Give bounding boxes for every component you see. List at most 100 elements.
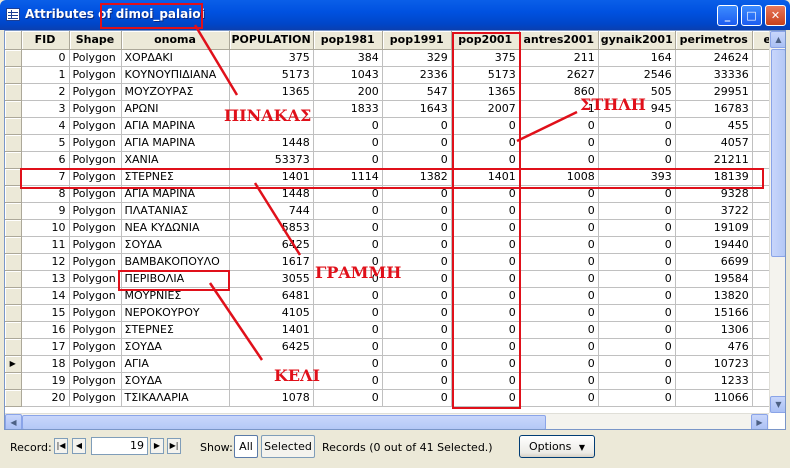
table-cell[interactable]: 29951 bbox=[675, 83, 753, 101]
table-cell[interactable]: ΑΓΙΑ bbox=[121, 355, 230, 373]
table-cell[interactable]: 0 bbox=[313, 134, 383, 152]
table-cell[interactable]: 1617 bbox=[229, 253, 314, 271]
row-selector[interactable] bbox=[5, 287, 22, 305]
table-cell[interactable]: 0 bbox=[519, 202, 599, 220]
table-cell[interactable]: ΣΟΥΔΑ bbox=[121, 236, 230, 254]
table-cell[interactable]: 0 bbox=[21, 49, 70, 67]
table-cell[interactable]: Polygon bbox=[69, 219, 122, 237]
close-button[interactable]: ✕ bbox=[765, 5, 786, 26]
table-cell[interactable]: 6481 bbox=[229, 287, 314, 305]
table-cell[interactable]: 10 bbox=[21, 219, 70, 237]
table-cell[interactable]: 6425 bbox=[229, 338, 314, 356]
row-selector[interactable] bbox=[5, 185, 22, 203]
table-cell[interactable]: 4 bbox=[21, 117, 70, 135]
table-cell[interactable]: 0 bbox=[519, 372, 599, 390]
table-row[interactable]: 20 Polygon ΤΣΙΚΑΛΑΡΙΑ 1078 0 0 0 0 0 11066 bbox=[5, 389, 783, 407]
table-cell[interactable]: 1043 bbox=[313, 66, 383, 84]
last-record-icon[interactable]: ▶| bbox=[167, 438, 181, 454]
column-header[interactable]: POPULATION bbox=[229, 31, 314, 50]
table-row[interactable]: 3 Polygon ΑΡΩΝΙ 1833 1643 2007 1 945 16783 bbox=[5, 100, 783, 118]
table-cell[interactable]: 0 bbox=[382, 355, 452, 373]
next-record-icon[interactable]: ▶ bbox=[150, 438, 164, 454]
table-cell[interactable]: 0 bbox=[382, 287, 452, 305]
table-cell[interactable]: 0 bbox=[313, 321, 383, 339]
table-cell[interactable]: 6699 bbox=[675, 253, 753, 271]
table-cell[interactable]: Polygon bbox=[69, 253, 122, 271]
column-header[interactable]: Shape bbox=[69, 31, 122, 50]
row-selector[interactable] bbox=[5, 66, 22, 84]
record-number-input[interactable]: 19 bbox=[91, 437, 148, 455]
table-cell[interactable]: 0 bbox=[382, 321, 452, 339]
row-selector[interactable] bbox=[5, 100, 22, 118]
table-cell[interactable]: 12 bbox=[21, 253, 70, 271]
table-cell[interactable]: 0 bbox=[598, 372, 676, 390]
table-cell[interactable]: 0 bbox=[598, 321, 676, 339]
table-cell[interactable]: 1233 bbox=[675, 372, 753, 390]
table-cell[interactable]: 1448 bbox=[229, 134, 314, 152]
table-cell[interactable]: 0 bbox=[519, 287, 599, 305]
options-button[interactable]: Options ▼ bbox=[519, 435, 595, 458]
table-cell[interactable]: 13820 bbox=[675, 287, 753, 305]
table-cell[interactable]: 2336 bbox=[382, 66, 452, 84]
table-cell[interactable]: 0 bbox=[382, 219, 452, 237]
table-row[interactable]: 6 Polygon ΧΑΝΙΑ 53373 0 0 0 0 0 21211 bbox=[5, 151, 783, 169]
table-cell[interactable]: 0 bbox=[382, 117, 452, 135]
table-cell[interactable]: 0 bbox=[519, 355, 599, 373]
table-cell[interactable]: Polygon bbox=[69, 66, 122, 84]
table-cell[interactable]: 0 bbox=[598, 287, 676, 305]
table-cell[interactable]: 384 bbox=[313, 49, 383, 67]
table-cell[interactable]: Polygon bbox=[69, 49, 122, 67]
table-cell[interactable]: 164 bbox=[598, 49, 676, 67]
table-cell[interactable]: Polygon bbox=[69, 389, 122, 407]
table-cell[interactable]: 0 bbox=[598, 270, 676, 288]
table-cell[interactable]: 0 bbox=[598, 304, 676, 322]
table-cell[interactable]: Polygon bbox=[69, 100, 122, 118]
table-cell[interactable]: 2 bbox=[21, 83, 70, 101]
table-cell[interactable]: ΣΟΥΔΑ bbox=[121, 338, 230, 356]
row-selector[interactable] bbox=[5, 236, 22, 254]
table-cell[interactable]: Polygon bbox=[69, 236, 122, 254]
table-cell[interactable]: Polygon bbox=[69, 117, 122, 135]
row-selector[interactable] bbox=[5, 270, 22, 288]
horizontal-scrollbar[interactable]: ◀ ▶ bbox=[5, 413, 769, 429]
row-selector[interactable]: ▶ bbox=[5, 355, 22, 373]
table-cell[interactable]: 0 bbox=[519, 219, 599, 237]
table-row[interactable]: 19 Polygon ΣΟΥΔΑ 0 0 0 0 0 1233 bbox=[5, 372, 783, 390]
column-header[interactable]: pop1991 bbox=[382, 31, 452, 50]
table-cell[interactable]: Polygon bbox=[69, 270, 122, 288]
table-cell[interactable]: 20 bbox=[21, 389, 70, 407]
table-cell[interactable]: 0 bbox=[598, 151, 676, 169]
table-cell[interactable]: 14 bbox=[21, 287, 70, 305]
table-cell[interactable]: 0 bbox=[519, 270, 599, 288]
column-header[interactable]: gynaik2001 bbox=[598, 31, 676, 50]
table-row[interactable]: 0 Polygon ΧΟΡΔΑΚΙ 375 384 329 375 211 164 24624 bbox=[5, 49, 783, 67]
table-cell[interactable]: 0 bbox=[598, 134, 676, 152]
table-cell[interactable]: 4105 bbox=[229, 304, 314, 322]
table-cell[interactable]: 0 bbox=[598, 355, 676, 373]
table-cell[interactable]: 200 bbox=[313, 83, 383, 101]
column-header[interactable]: antres2001 bbox=[519, 31, 599, 50]
table-cell[interactable]: 476 bbox=[675, 338, 753, 356]
table-cell[interactable]: 1365 bbox=[229, 83, 314, 101]
table-cell[interactable]: ΠΛΑΤΑΝΙΑΣ bbox=[121, 202, 230, 220]
table-cell[interactable]: Polygon bbox=[69, 83, 122, 101]
table-cell[interactable]: Polygon bbox=[69, 372, 122, 390]
table-cell[interactable]: 744 bbox=[229, 202, 314, 220]
table-cell[interactable]: ΑΓΙΑ ΜΑΡΙΝΑ bbox=[121, 134, 230, 152]
table-cell[interactable]: ΜΟΥΖΟΥΡΑΣ bbox=[121, 83, 230, 101]
table-cell[interactable]: 19440 bbox=[675, 236, 753, 254]
table-cell[interactable]: 2627 bbox=[519, 66, 599, 84]
table-cell[interactable]: ΤΣΙΚΑΛΑΡΙΑ bbox=[121, 389, 230, 407]
table-cell[interactable]: 0 bbox=[519, 236, 599, 254]
table-cell[interactable]: ΝΕΡΟΚΟΥΡΟΥ bbox=[121, 304, 230, 322]
row-selector[interactable] bbox=[5, 253, 22, 271]
table-cell[interactable]: 0 bbox=[313, 117, 383, 135]
table-cell[interactable]: 0 bbox=[313, 202, 383, 220]
table-cell[interactable]: ΝΕΑ ΚΥΔΩΝΙΑ bbox=[121, 219, 230, 237]
table-cell[interactable]: 375 bbox=[229, 49, 314, 67]
table-cell[interactable]: 0 bbox=[382, 372, 452, 390]
table-cell[interactable]: 16 bbox=[21, 321, 70, 339]
show-selected-button[interactable]: Selected bbox=[261, 435, 315, 458]
table-cell[interactable]: 16783 bbox=[675, 100, 753, 118]
table-cell[interactable]: 0 bbox=[598, 219, 676, 237]
